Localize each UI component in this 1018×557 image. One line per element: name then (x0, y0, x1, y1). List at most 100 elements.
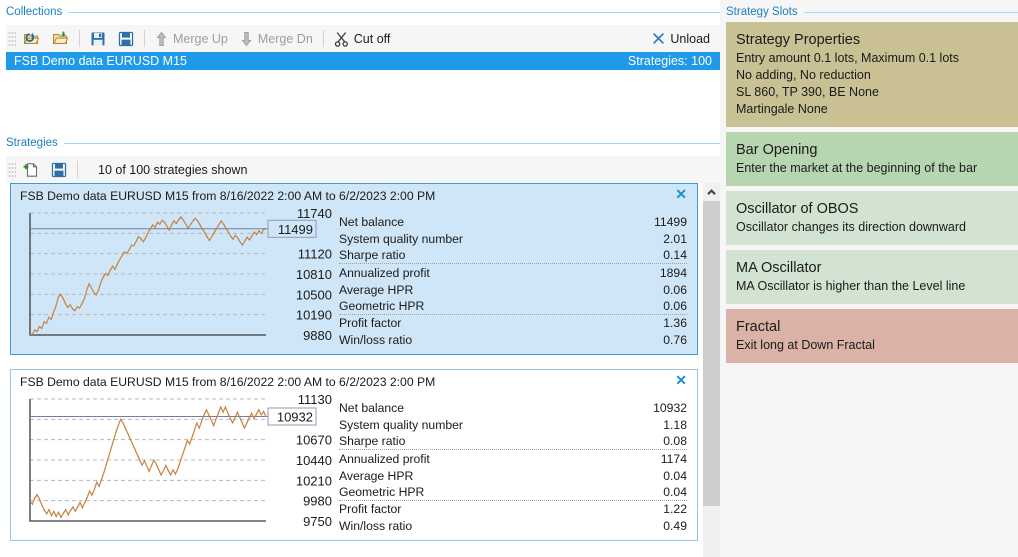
strategy-card-title: FSB Demo data EURUSD M15 from 8/16/2022 … (20, 375, 436, 389)
chart-y-tick-label: 10440 (296, 453, 332, 468)
stat-row: Profit factor 1.22 (339, 501, 687, 518)
strategy-slot-opening-logic-1[interactable]: Oscillator of OBOS Oscillator changes its… (726, 191, 1018, 245)
stat-row: Geometric HPR 0.06 (339, 298, 687, 315)
open-collection-button[interactable] (17, 27, 46, 51)
stat-row: Average HPR 0.06 (339, 281, 687, 298)
chart-y-tick-label: 10210 (296, 473, 332, 488)
toolbar-separator (77, 161, 78, 178)
chart-current-value-label: 11499 (278, 222, 313, 237)
save-icon (90, 31, 106, 47)
stat-value: 0.06 (663, 282, 687, 297)
strategy-slot-opening-logic-2[interactable]: MA Oscillator MA Oscillator is higher tha… (726, 250, 1018, 304)
stat-value: 1894 (659, 265, 687, 280)
stat-row: Net balance 10932 (339, 400, 687, 417)
chart-series-moving-balance (29, 216, 267, 335)
stat-label: Win/loss ratio (339, 332, 413, 347)
save-as-icon (118, 31, 134, 47)
stat-row: Sharpe ratio 0.08 (339, 434, 687, 451)
strategy-slot-closing-point[interactable]: Fractal Exit long at Down Fractal (726, 309, 1018, 363)
strategy-slot-opening-point[interactable]: Bar Opening Enter the market at the begin… (726, 132, 1018, 186)
stat-label: Profit factor (339, 316, 402, 331)
stat-label: Average HPR (339, 282, 414, 297)
strategy-card-close-icon[interactable]: ✕ (675, 187, 687, 201)
collections-list[interactable]: FSB Demo data EURUSD M15 Strategies: 100 (6, 52, 720, 131)
arrow-up-icon (155, 31, 168, 47)
toolbar-separator (79, 30, 80, 47)
stat-value: 11499 (654, 215, 687, 230)
strategy-slots-pane: Strategy Slots Strategy Properties Entry … (726, 0, 1018, 557)
strategy-slot-line: Oscillator changes its direction downwar… (736, 220, 966, 234)
new-strategy-button[interactable] (17, 158, 45, 182)
strategy-card-close-icon[interactable]: ✕ (675, 373, 687, 387)
stat-value: 0.08 (663, 434, 687, 449)
strategies-scroll-area: FSB Demo data EURUSD M15 from 8/16/2022 … (6, 183, 703, 557)
collections-toolbar: Merge Up Merge Dn Cut off Unload (6, 25, 720, 52)
chart-y-tick-label: 11130 (298, 393, 332, 407)
scroll-up-arrow-button[interactable] (703, 183, 720, 200)
merge-down-label: Merge Dn (257, 31, 313, 46)
strategy-slot-line: MA Oscillator is higher than the Level l… (736, 279, 966, 293)
strategy-slot-line: SL 860, TP 390, BE None (736, 85, 879, 99)
chart-series-balance (29, 216, 267, 336)
stat-value: 0.06 (663, 298, 687, 313)
equity-curve-chart: 11130 10670 10440 10210 9980 9750 10932 (29, 393, 332, 529)
save-collection-button[interactable] (84, 27, 112, 51)
strategy-slot-title: Fractal (736, 319, 781, 335)
strategy-card[interactable]: FSB Demo data EURUSD M15 from 8/16/2022 … (10, 183, 698, 355)
stat-row: Win/loss ratio 0.49 (339, 518, 687, 535)
collections-group-rule (68, 11, 720, 13)
stat-label: Sharpe ratio (339, 434, 406, 449)
strategies-count-label: 10 of 100 strategies shown (98, 162, 248, 177)
collection-list-item[interactable]: FSB Demo data EURUSD M15 Strategies: 100 (6, 52, 720, 70)
stat-row: System quality number 1.18 (339, 417, 687, 434)
stat-label: Annualized profit (339, 265, 430, 280)
merge-up-button[interactable]: Merge Up (149, 27, 234, 51)
collections-group-header: Collections (6, 4, 720, 20)
stat-value: 0.49 (663, 518, 687, 533)
strategies-vertical-scrollbar[interactable] (703, 183, 720, 557)
strategy-slots-group-label: Strategy Slots (726, 6, 798, 18)
equity-curve-chart: 11740 11120 10810 10500 10190 9880 11499 (29, 207, 332, 343)
stat-label: Sharpe ratio (339, 248, 406, 263)
strategy-card[interactable]: FSB Demo data EURUSD M15 from 8/16/2022 … (10, 369, 698, 541)
chart-y-tick-label: 10190 (296, 308, 332, 323)
collection-strategy-count: Strategies: 100 (627, 54, 712, 68)
stat-label: Net balance (339, 401, 405, 416)
chart-y-tick-label: 10670 (296, 433, 332, 448)
stat-row: Average HPR 0.04 (339, 467, 687, 484)
stat-value: 1.36 (663, 316, 687, 331)
merge-up-label: Merge Up (173, 31, 228, 46)
strategy-slot-line: No adding, No reduction (736, 68, 871, 82)
toolbar-grip[interactable] (8, 161, 16, 178)
strategy-slots-list: Strategy Properties Entry amount 0.1 lots… (726, 22, 1018, 557)
save-as-collection-button[interactable] (112, 27, 140, 51)
toolbar-grip[interactable] (8, 30, 16, 47)
chart-current-value-label: 10932 (277, 410, 313, 425)
stat-row: Sharpe ratio 0.14 (339, 248, 687, 265)
strategy-slot-strategy-properties[interactable]: Strategy Properties Entry amount 0.1 lots… (726, 22, 1018, 127)
strategy-slot-line: Exit long at Down Fractal (736, 338, 875, 352)
strategies-group-label: Strategies (6, 137, 58, 149)
scissors-icon (334, 31, 349, 47)
collections-group-label: Collections (6, 6, 63, 18)
strategy-stats-table: Net balance 11499 System quality number 2.0… (339, 214, 687, 348)
cut-off-button[interactable]: Cut off (328, 27, 397, 51)
stat-value: 1.18 (663, 418, 687, 433)
save-strategies-button[interactable] (45, 158, 73, 182)
stat-value: 0.76 (663, 332, 687, 347)
stat-row: Win/loss ratio 0.76 (339, 332, 687, 349)
unload-button[interactable]: Unload (646, 27, 716, 51)
merge-down-button[interactable]: Merge Dn (234, 27, 319, 51)
chart-y-tick-label: 9980 (303, 494, 332, 509)
chevron-up-icon (707, 183, 716, 201)
close-x-icon (652, 32, 665, 45)
strategy-slot-title: Oscillator of OBOS (736, 201, 859, 217)
stat-label: Average HPR (339, 468, 414, 483)
strategy-slots-group-header: Strategy Slots (726, 4, 1018, 20)
import-collection-button[interactable] (46, 27, 75, 51)
strategies-region: FSB Demo data EURUSD M15 from 8/16/2022 … (6, 183, 720, 557)
stat-value: 2.01 (663, 232, 687, 247)
scrollbar-thumb[interactable] (703, 201, 720, 506)
stat-value: 10932 (653, 401, 687, 416)
chart-y-tick-label: 10500 (296, 287, 332, 302)
